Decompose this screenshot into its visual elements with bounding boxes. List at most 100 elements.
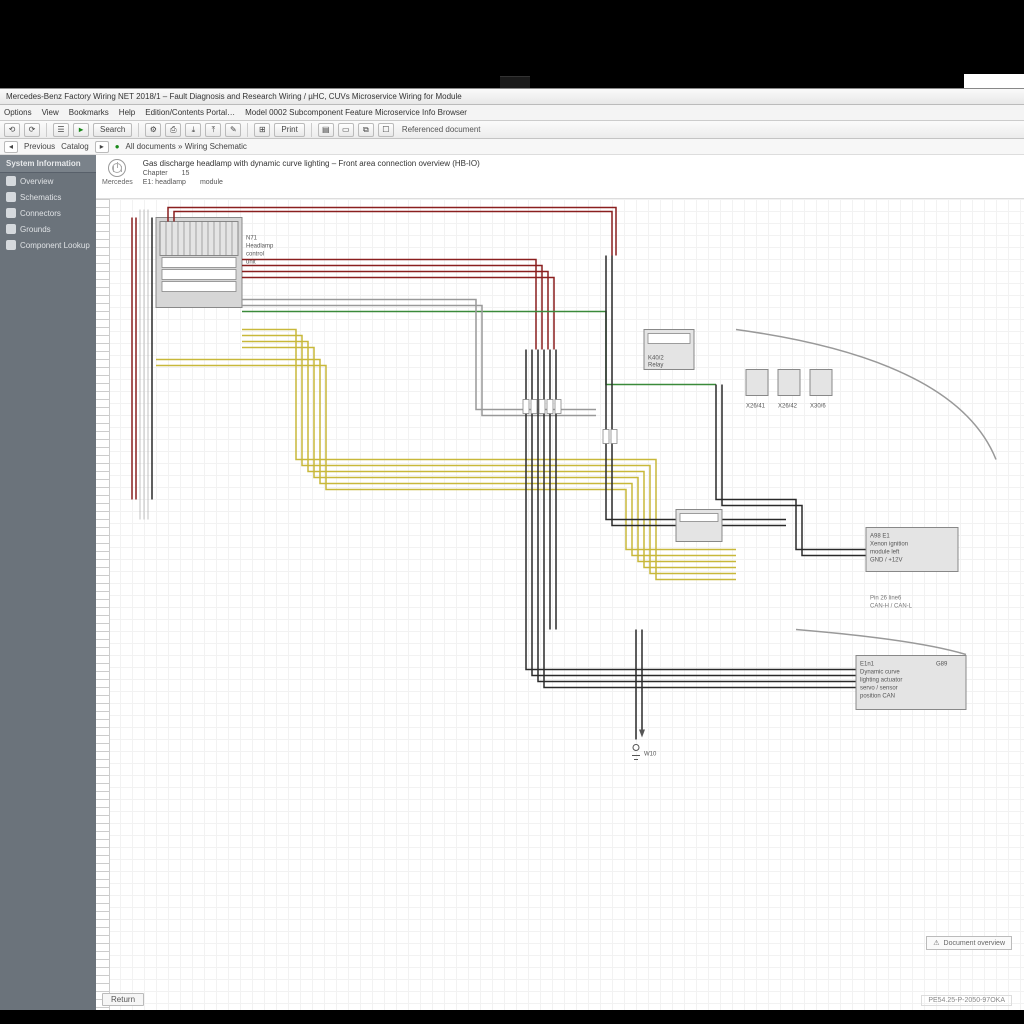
svg-text:X26/41: X26/41 bbox=[746, 404, 766, 410]
footer-left: Return bbox=[102, 993, 144, 1006]
menu-item[interactable]: Options bbox=[4, 108, 32, 117]
tool-button[interactable]: ⚙ bbox=[145, 123, 161, 137]
title-bar: Mercedes-Benz Factory Wiring NET 2018/1 … bbox=[0, 89, 1024, 105]
menu-item[interactable]: Help bbox=[119, 108, 135, 117]
breadcrumb-path[interactable]: All documents » Wiring Schematic bbox=[126, 142, 247, 151]
view-button[interactable]: ▤ bbox=[318, 123, 334, 137]
doc-icon bbox=[6, 192, 16, 202]
legend-label: Document overview bbox=[944, 940, 1005, 947]
doc-sub-b: module bbox=[200, 179, 223, 186]
sidebar-item-schematics[interactable]: Schematics bbox=[0, 189, 96, 205]
wiring-diagram: N71 Headlamp control unit bbox=[96, 199, 1024, 1010]
svg-text:Pin 26 line6: Pin 26 line6 bbox=[870, 596, 902, 602]
svg-text:Xenon ignition: Xenon ignition bbox=[870, 542, 908, 548]
diagram-canvas[interactable]: N71 Headlamp control unit bbox=[96, 199, 1024, 1010]
forward-button[interactable]: ⟳ bbox=[24, 123, 40, 137]
brand-block: Mercedes bbox=[102, 159, 133, 186]
svg-text:K40/2: K40/2 bbox=[648, 356, 664, 362]
sidebar-item-connectors[interactable]: Connectors bbox=[0, 205, 96, 221]
warning-icon: ⚠ bbox=[933, 939, 939, 947]
doc-icon bbox=[6, 208, 16, 218]
svg-text:CAN-H / CAN-L: CAN-H / CAN-L bbox=[870, 604, 913, 610]
svg-text:control: control bbox=[246, 252, 264, 258]
view-button[interactable]: ▭ bbox=[338, 123, 354, 137]
view-button[interactable]: ⧉ bbox=[358, 123, 374, 137]
document-header: Mercedes Gas discharge headlamp with dyn… bbox=[96, 155, 1024, 199]
connector-b bbox=[778, 370, 800, 396]
sidebar: System Information Overview Schematics C… bbox=[0, 155, 96, 1010]
letterbox-top bbox=[0, 0, 1024, 88]
sidebar-header: System Information bbox=[0, 155, 96, 173]
document-stamp: PE54.25-P-2050-97OKA bbox=[921, 995, 1012, 1006]
crumb-back-button[interactable]: ◂ bbox=[4, 141, 18, 153]
crumb-fwd-button[interactable]: ▸ bbox=[95, 141, 109, 153]
svg-text:W10: W10 bbox=[644, 752, 657, 758]
document-meta: Gas discharge headlamp with dynamic curv… bbox=[143, 159, 480, 186]
toolbar-label: Referenced document bbox=[402, 125, 481, 134]
tab-stub bbox=[500, 76, 530, 88]
status-dot-icon: ● bbox=[115, 142, 120, 151]
breadcrumb-bar: ◂ Previous Catalog ▸ ● All documents » W… bbox=[0, 139, 1024, 155]
play-button[interactable]: ▸ bbox=[73, 123, 89, 137]
tool-button[interactable]: ⤓ bbox=[185, 123, 201, 137]
tool-button[interactable]: ⎙ bbox=[165, 123, 181, 137]
mercedes-logo-icon bbox=[108, 159, 126, 177]
sidebar-item-label: Schematics bbox=[20, 193, 61, 202]
svg-text:Relay: Relay bbox=[648, 363, 663, 369]
svg-text:GND / +12V: GND / +12V bbox=[870, 558, 903, 564]
sidebar-item-lookup[interactable]: Component Lookup bbox=[0, 237, 96, 253]
separator bbox=[138, 123, 139, 137]
svg-text:A98 E1: A98 E1 bbox=[870, 534, 890, 540]
svg-text:Dynamic curve: Dynamic curve bbox=[860, 670, 900, 676]
menu-button[interactable]: ☰ bbox=[53, 123, 69, 137]
svg-text:position CAN: position CAN bbox=[860, 694, 895, 700]
window-title: Mercedes-Benz Factory Wiring NET 2018/1 … bbox=[6, 92, 462, 101]
menu-bar: Options View Bookmarks Help Edition/Cont… bbox=[0, 105, 1024, 121]
doc-icon bbox=[6, 240, 16, 250]
sidebar-item-label: Overview bbox=[20, 177, 53, 186]
document-title: Gas discharge headlamp with dynamic curv… bbox=[143, 159, 480, 168]
tool-button[interactable]: ⤒ bbox=[205, 123, 221, 137]
svg-text:Headlamp: Headlamp bbox=[246, 244, 274, 250]
letterbox-bottom bbox=[0, 1010, 1024, 1024]
ecu-label: N71 bbox=[246, 236, 258, 242]
menu-item[interactable]: View bbox=[42, 108, 59, 117]
sidebar-item-overview[interactable]: Overview bbox=[0, 173, 96, 189]
menu-item[interactable]: Model 0002 Subcomponent Feature Microser… bbox=[245, 108, 467, 117]
doc-icon bbox=[6, 176, 16, 186]
connector-a bbox=[746, 370, 768, 396]
doc-icon bbox=[6, 224, 16, 234]
doc-sub-a: E1: headlamp bbox=[143, 179, 186, 186]
svg-text:X26/42: X26/42 bbox=[778, 404, 798, 410]
menu-item[interactable]: Bookmarks bbox=[69, 108, 109, 117]
tool-button[interactable]: ⊞ bbox=[254, 123, 270, 137]
separator bbox=[311, 123, 312, 137]
legend-box[interactable]: ⚠ Document overview bbox=[926, 936, 1012, 950]
sidebar-item-label: Connectors bbox=[20, 209, 61, 218]
view-button[interactable]: ☐ bbox=[378, 123, 394, 137]
sidebar-item-label: Grounds bbox=[20, 225, 51, 234]
tab-stub-right bbox=[964, 74, 1024, 88]
tool-button[interactable]: ✎ bbox=[225, 123, 241, 137]
crumb-label: Previous bbox=[24, 142, 55, 151]
svg-text:X30/6: X30/6 bbox=[810, 404, 826, 410]
return-button[interactable]: Return bbox=[102, 993, 144, 1006]
print-button[interactable]: Print bbox=[274, 123, 304, 137]
menu-item[interactable]: Edition/Contents Portal… bbox=[145, 108, 235, 117]
svg-text:servo / sensor: servo / sensor bbox=[860, 686, 898, 692]
svg-text:G89: G89 bbox=[936, 662, 948, 668]
back-button[interactable]: ⟲ bbox=[4, 123, 20, 137]
app-window: Mercedes-Benz Factory Wiring NET 2018/1 … bbox=[0, 88, 1024, 1010]
svg-text:module left: module left bbox=[870, 550, 900, 556]
svg-text:lighting actuator: lighting actuator bbox=[860, 678, 902, 684]
toolbar-main: ⟲ ⟳ ☰ ▸ Search ⚙ ⎙ ⤓ ⤒ ✎ ⊞ Print ▤ ▭ ⧉ ☐… bbox=[0, 121, 1024, 139]
inline-connectors bbox=[523, 400, 617, 444]
sidebar-item-label: Component Lookup bbox=[20, 241, 90, 250]
separator bbox=[247, 123, 248, 137]
search-button[interactable]: Search bbox=[93, 123, 132, 137]
crumb-label: Catalog bbox=[61, 142, 89, 151]
doc-code-value: 15 bbox=[182, 170, 190, 177]
svg-text:E1n1: E1n1 bbox=[860, 662, 875, 668]
sidebar-item-grounds[interactable]: Grounds bbox=[0, 221, 96, 237]
doc-code-label: Chapter bbox=[143, 170, 168, 177]
